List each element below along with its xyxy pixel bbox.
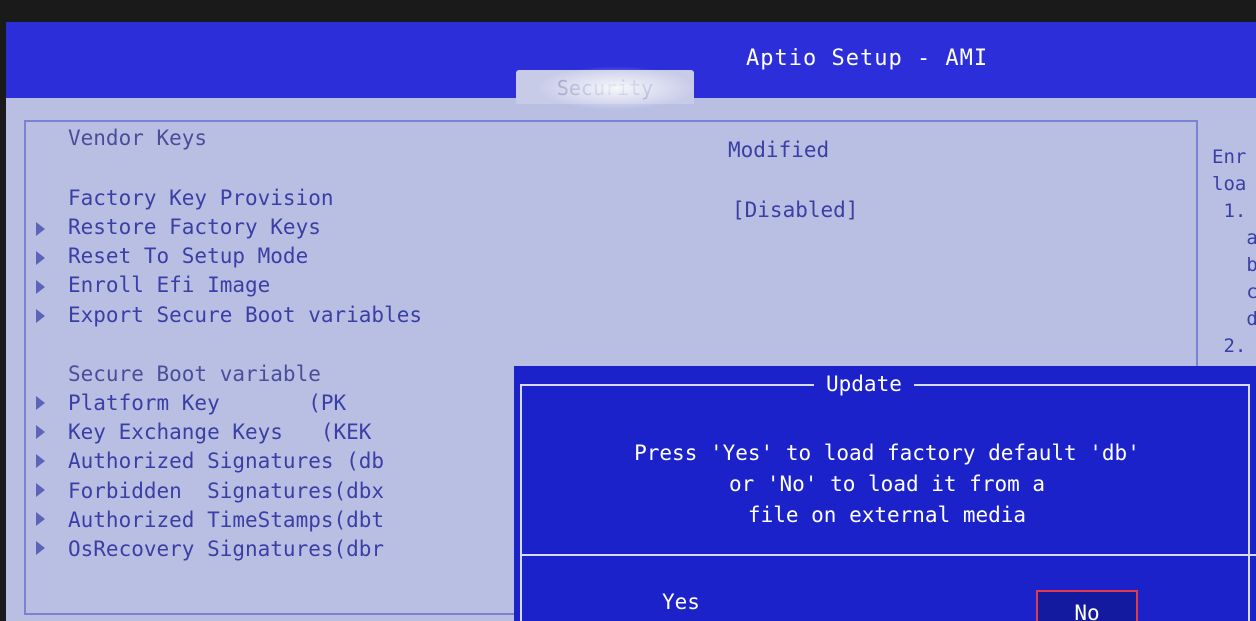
- authorized-timestamps-item[interactable]: Authorized TimeStamps(dbt: [68, 508, 384, 532]
- submenu-arrow-icon: [36, 483, 45, 497]
- vendor-keys-label: Vendor Keys: [68, 126, 208, 150]
- submenu-arrow-icon: [36, 222, 45, 236]
- dialog-message-line: Press 'Yes' to load factory default 'db': [634, 441, 1140, 465]
- help-text-line: Enr: [1212, 146, 1247, 168]
- forbidden-signatures-item[interactable]: Forbidden Signatures(dbx: [68, 479, 384, 503]
- enroll-efi-image-item[interactable]: Enroll Efi Image: [68, 273, 270, 297]
- vendor-keys-value: Modified: [728, 138, 830, 162]
- submenu-arrow-icon: [36, 512, 45, 526]
- factory-key-provision-item[interactable]: Factory Key Provision: [68, 186, 334, 210]
- yes-button[interactable]: Yes: [662, 590, 700, 614]
- submenu-arrow-icon: [36, 541, 45, 555]
- submenu-arrow-icon: [36, 454, 45, 468]
- help-text-line: c: [1212, 281, 1256, 303]
- dialog-message-line: or 'No' to load it from a: [728, 472, 1046, 496]
- help-text-line: 2.: [1212, 335, 1247, 357]
- help-text-line: a: [1212, 227, 1256, 249]
- help-text-line: b: [1212, 254, 1256, 276]
- app-title: Aptio Setup - AMI: [746, 46, 989, 71]
- dialog-message-line: file on external media: [747, 503, 1027, 527]
- dialog-title: Update: [814, 370, 914, 398]
- dialog-message: Press 'Yes' to load factory default 'db'…: [522, 438, 1252, 531]
- secure-boot-variable-label: Secure Boot variable: [68, 362, 321, 386]
- bios-screen: Aptio Setup - AMI Security Vendor Keys M…: [6, 22, 1256, 621]
- export-secure-boot-variables-item[interactable]: Export Secure Boot variables: [68, 303, 422, 327]
- submenu-arrow-icon: [36, 251, 45, 265]
- help-text-line: 1.: [1212, 200, 1247, 222]
- reset-to-setup-mode-item[interactable]: Reset To Setup Mode: [68, 244, 308, 268]
- platform-key-item[interactable]: Platform Key (PK: [68, 391, 346, 415]
- key-exchange-keys-item[interactable]: Key Exchange Keys (KEK: [68, 420, 371, 444]
- osrecovery-signatures-item[interactable]: OsRecovery Signatures(dbr: [68, 537, 384, 561]
- update-dialog: Update Press 'Yes' to load factory defau…: [514, 366, 1256, 621]
- dialog-separator: [520, 554, 1256, 556]
- authorized-signatures-item[interactable]: Authorized Signatures (db: [68, 449, 384, 473]
- submenu-arrow-icon: [36, 309, 45, 323]
- no-button[interactable]: No: [1036, 590, 1138, 621]
- submenu-arrow-icon: [36, 280, 45, 294]
- submenu-arrow-icon: [36, 425, 45, 439]
- screen-glare: [536, 66, 696, 110]
- help-text-line: d: [1212, 308, 1256, 330]
- factory-key-provision-value[interactable]: [Disabled]: [732, 198, 858, 222]
- restore-factory-keys-item[interactable]: Restore Factory Keys: [68, 215, 321, 239]
- help-text-line: loa: [1212, 173, 1247, 195]
- submenu-arrow-icon: [36, 396, 45, 410]
